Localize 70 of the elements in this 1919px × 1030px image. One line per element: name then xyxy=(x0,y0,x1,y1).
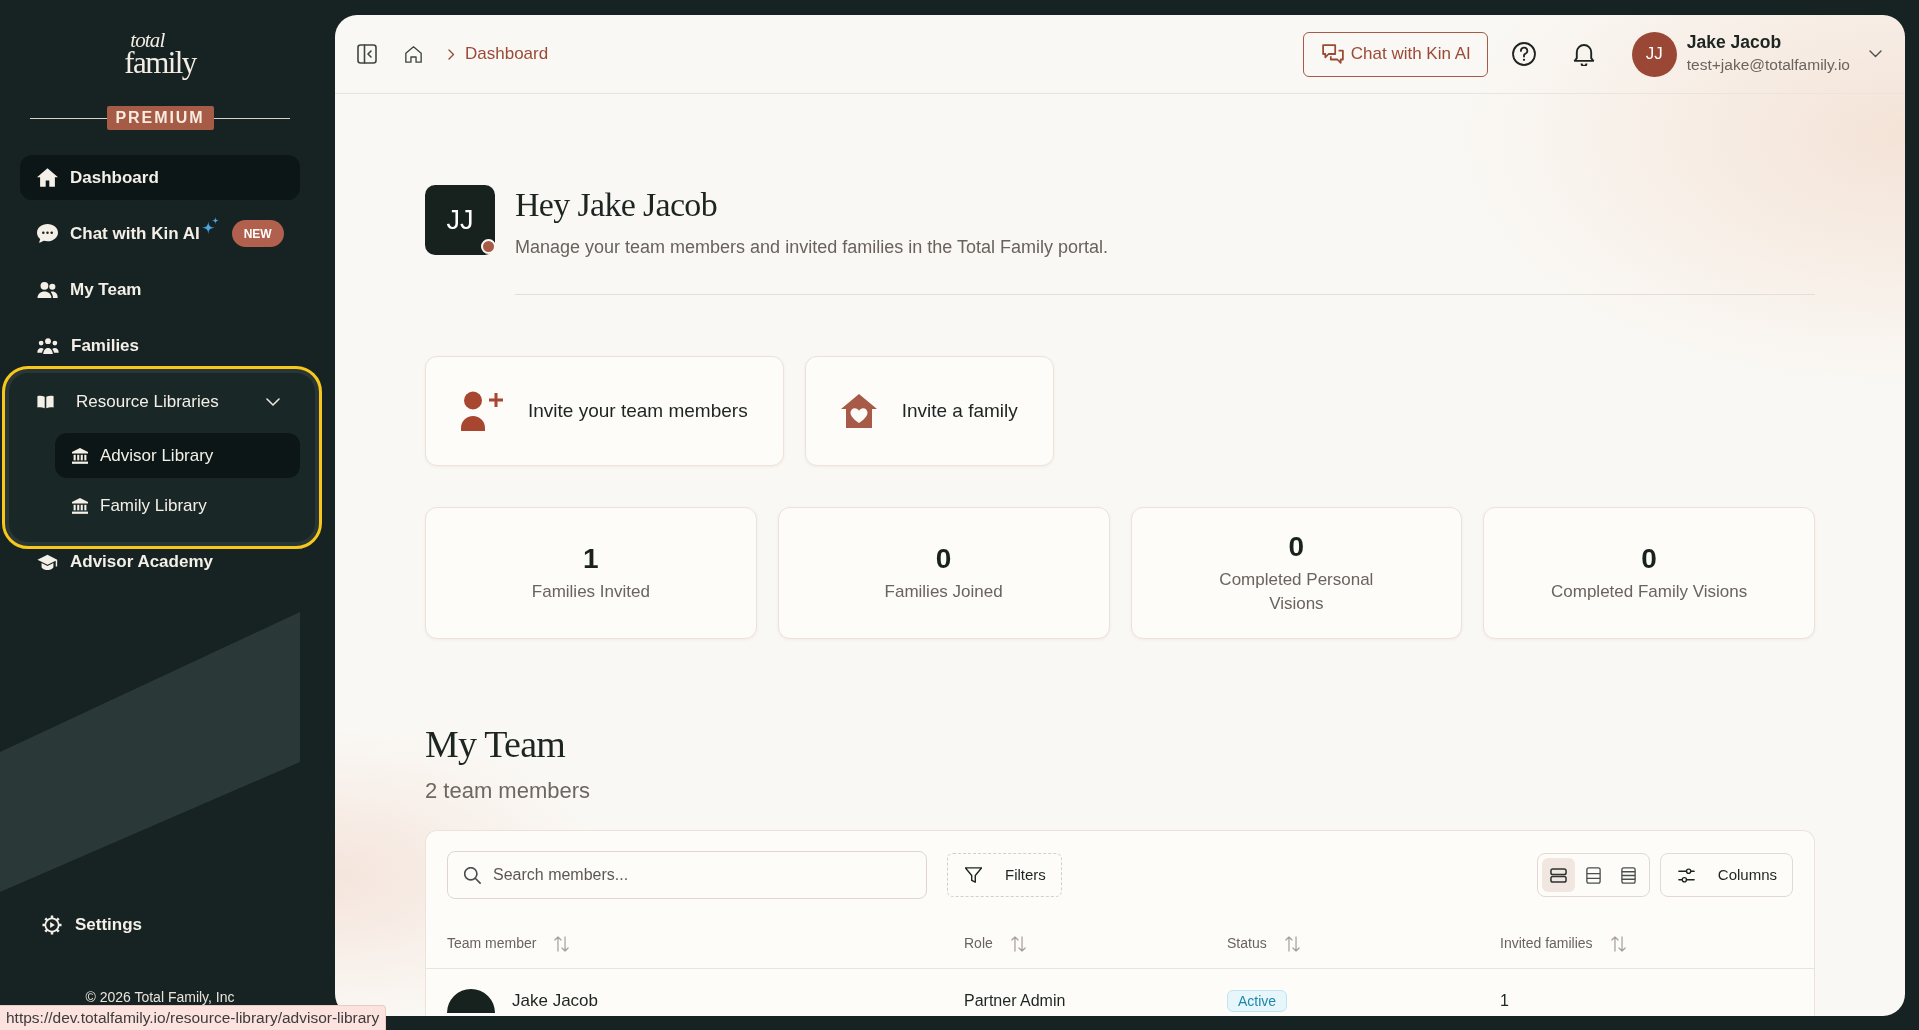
users-icon xyxy=(37,280,58,299)
action-card[interactable]: Invite your team members xyxy=(425,356,784,466)
person-plus-icon xyxy=(460,391,504,431)
column-header[interactable]: Status xyxy=(1227,933,1267,954)
stat-label: Families Joined xyxy=(884,581,1003,603)
sidebar-item[interactable]: Families xyxy=(20,323,300,368)
sidebar-toggle-icon[interactable] xyxy=(357,44,377,64)
sidebar-item[interactable]: Advisor Academy xyxy=(20,550,300,574)
status-url: https://dev.totalfamily.io/resource-library/advisor-library xyxy=(6,1008,380,1028)
section-title: My Team xyxy=(425,722,566,767)
help-icon[interactable] xyxy=(1511,42,1536,66)
sidebar-subitem[interactable]: Advisor Library xyxy=(55,433,300,478)
chevron-right-icon xyxy=(448,48,455,60)
bank-icon xyxy=(72,497,88,514)
sparkle-icon xyxy=(201,217,219,234)
rows-view-icon xyxy=(1549,866,1567,884)
user-email: test+jake@totalfamily.io xyxy=(1686,55,1850,75)
compact-view-icon xyxy=(1619,866,1637,884)
breadcrumb-link[interactable]: Dashboard xyxy=(465,41,549,67)
book-icon xyxy=(37,394,54,409)
sidebar-subitem[interactable]: Family Library xyxy=(55,483,300,528)
column-header[interactable]: Role xyxy=(964,933,993,954)
gear-icon xyxy=(42,914,62,935)
settings-item[interactable]: Settings xyxy=(20,902,300,947)
graduation-cap-icon xyxy=(37,553,58,571)
chevron-down-icon[interactable] xyxy=(1869,50,1882,58)
stat-label: Completed Family Visions xyxy=(1551,581,1748,603)
user-avatar[interactable]: JJ xyxy=(1631,31,1677,77)
house-heart-icon xyxy=(839,393,878,429)
column-header[interactable]: Team member xyxy=(447,933,537,954)
filters-button[interactable]: Filters xyxy=(947,853,1062,897)
sidebar-group-item[interactable]: Resource Libraries xyxy=(20,379,300,424)
greeting-title: Hey Jake Jacob xyxy=(515,185,717,225)
member-name: Jake Jacob xyxy=(512,990,598,1012)
chat-icon xyxy=(37,224,58,243)
filter-icon xyxy=(965,867,982,883)
premium-badge: PREMIUM xyxy=(106,106,214,130)
column-header[interactable]: Invited families xyxy=(1500,933,1593,954)
copyright-text: © 2026 Total Family, Inc xyxy=(84,988,236,1007)
stat-value: 0 xyxy=(935,542,952,576)
sliders-icon xyxy=(1677,867,1695,883)
view-option[interactable] xyxy=(1541,858,1575,892)
stat-label: Completed Personal Visions xyxy=(1218,569,1375,615)
status-badge: Active xyxy=(1227,990,1288,1012)
action-card[interactable]: Invite a family xyxy=(804,356,1054,466)
section-subtitle: 2 team members xyxy=(425,777,591,805)
sidebar-item[interactable]: Dashboard xyxy=(20,155,300,200)
greeting-subtitle: Manage your team members and invited families in the Total Family portal. xyxy=(515,236,1108,259)
family-icon xyxy=(37,336,59,355)
home-icon xyxy=(37,168,58,187)
stat-label: Families Invited xyxy=(531,581,650,603)
table-view-icon xyxy=(1584,866,1602,884)
columns-button[interactable]: Columns xyxy=(1659,853,1793,897)
sidebar-item[interactable]: Chat with Kin AI NEW xyxy=(20,211,300,256)
member-avatar xyxy=(447,989,495,1013)
sidebar-item[interactable]: My Team xyxy=(20,267,300,312)
member-role: Partner Admin xyxy=(964,992,1066,1009)
chat-bubbles-icon xyxy=(1321,44,1344,64)
stat-value: 0 xyxy=(1641,542,1657,576)
chat-button[interactable]: Chat with Kin AI xyxy=(1302,31,1488,77)
bell-icon[interactable] xyxy=(1572,42,1595,66)
user-name: Jake Jacob xyxy=(1686,32,1782,52)
profile-avatar: JJ xyxy=(425,185,495,255)
invited-count: 1 xyxy=(1500,992,1509,1009)
new-badge: NEW xyxy=(231,220,284,247)
home-icon[interactable] xyxy=(405,45,422,63)
stat-value: 0 xyxy=(1288,530,1305,564)
bank-icon xyxy=(72,447,88,464)
stat-value: 1 xyxy=(583,542,599,576)
search-icon xyxy=(464,866,481,884)
